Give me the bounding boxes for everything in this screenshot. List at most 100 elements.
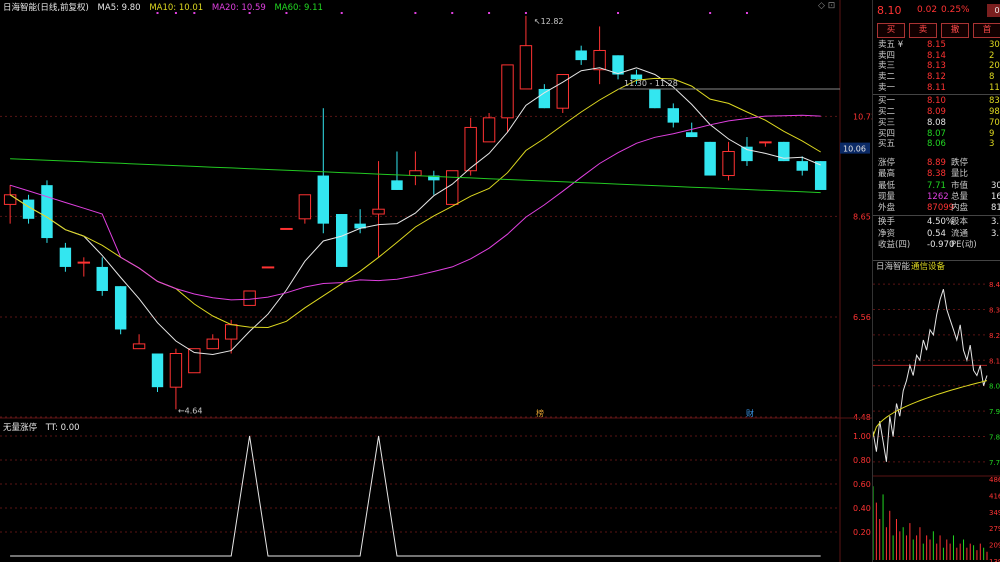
buy-button[interactable]: 买 (877, 23, 905, 38)
candle-body (446, 170, 459, 205)
candle-body (575, 50, 587, 61)
stat-value: 8.89 (927, 158, 946, 168)
book-price: 8.15 (927, 40, 946, 50)
book-label: 卖五 ¥ (878, 40, 904, 50)
candle-body (538, 88, 551, 109)
stat-value: 0.54 (927, 228, 946, 239)
candle-body (298, 194, 312, 220)
stat-label: 量比 (951, 169, 969, 180)
candlestick-chart[interactable]: 10.738.656.564.4810.06↖12.82←4.6411.30 -… (0, 0, 872, 562)
book-label: 买四 (878, 128, 896, 139)
quote-stats: 涨停 8.89 跌停最高 8.38 量比最低 7.71 市值 30 现量 1262总量 168 外盘 8… (873, 158, 1000, 251)
candle-body (41, 185, 53, 239)
candle-body (169, 353, 183, 388)
order-book-row[interactable]: 买三 8.08 70 (873, 118, 1000, 129)
stat-value: 81 (991, 203, 1000, 214)
candle-body (593, 49, 606, 71)
book-price: 8.06 (927, 139, 946, 150)
order-book-row[interactable]: 买二 8.09 98 (873, 107, 1000, 118)
stat-value: 8.38 (927, 169, 946, 180)
order-book-row[interactable]: 卖二 8.12 8 (873, 72, 1000, 83)
order-book-row[interactable]: 卖三 8.13 20 (873, 61, 1000, 72)
order-book-row[interactable]: 卖四 8.14 2 (873, 51, 1000, 62)
candle-body (391, 180, 403, 190)
volume-axis-label: 209 (989, 542, 1000, 550)
order-book-row[interactable]: 卖五 ¥ 8.15 30 (873, 40, 1000, 51)
stat-value: 168 (991, 191, 1000, 202)
sell-button[interactable]: 卖 (909, 23, 937, 38)
book-price: 8.13 (927, 61, 946, 72)
stat-label: 股本 (951, 217, 969, 228)
indicator-axis-label: 0.20 (853, 528, 871, 537)
book-price: 8.08 (927, 117, 946, 128)
stat-value: 3.7 (991, 228, 1000, 239)
candle-body (206, 338, 219, 350)
chart-title: 日海智能(日线,前复权) (3, 3, 89, 13)
indicator-axis-label: 0.60 (853, 480, 871, 489)
book-volume: 2 (989, 50, 995, 61)
stat-row: 收益(四) -0.970 PE(动) (873, 240, 1000, 251)
candle-body (501, 64, 514, 119)
stat-label: 最低 (878, 180, 896, 191)
indicator-axis-label: 0.40 (853, 504, 871, 513)
quote-badge[interactable]: 0 (987, 4, 1000, 17)
quote-panel: 8.10 0.02 0.25% 0 买 卖 撤 首 卖五 ¥8.15 30 卖四 8.… (872, 0, 1000, 562)
ma5-label: MA5: 9.80 (97, 3, 141, 13)
candle-body (704, 141, 716, 176)
chart-tools[interactable]: ◇ ⊡ (818, 1, 835, 11)
indicator-name: 无量涨停 (3, 423, 38, 433)
volume-axis-label: 486 (989, 476, 1000, 484)
indicator-line (10, 435, 821, 557)
signal-dot (488, 12, 491, 14)
diamond-icon[interactable]: ◇ (818, 1, 825, 11)
stat-label: 外盘 (878, 203, 896, 214)
candle-body (814, 161, 827, 190)
candle-body (280, 227, 293, 230)
price-axis-label: 8.65 (853, 212, 871, 221)
signal-dot (414, 12, 417, 14)
candle-body (482, 117, 496, 143)
ma10-label: MA10: 10.01 (149, 3, 204, 13)
ma20-line (9, 114, 821, 301)
stat-value: 87099 (927, 203, 955, 214)
candle-body (114, 286, 127, 330)
stat-label: 市值 (951, 180, 969, 191)
intraday-axis-label: 8.0 (989, 383, 1000, 391)
candle-body (649, 88, 661, 109)
book-volume: 11 (989, 82, 1000, 93)
candle-body (132, 343, 146, 350)
book-price: 8.12 (927, 72, 946, 83)
stat-row: 涨停 8.89 跌停 (873, 158, 1000, 169)
low-annotation: ←4.64 (178, 406, 203, 415)
expand-icon[interactable]: ⊡ (828, 1, 836, 11)
intraday-axis-label: 8.1 (989, 357, 1000, 365)
indicator-value: TT: 0.00 (45, 423, 80, 433)
order-book-row[interactable]: 买四 8.07 9 (873, 129, 1000, 140)
stat-row: 换手 4.50%股本 3.7 (873, 217, 1000, 228)
high-annotation: ↖12.82 (534, 17, 564, 26)
divider (873, 94, 1000, 96)
order-book-row[interactable]: 卖一 8.11 11 (873, 83, 1000, 94)
volume-axis-label: 279 (989, 525, 1000, 533)
indicator-axis-label: 1.00 (853, 432, 871, 441)
last-price: 8.10 (877, 4, 902, 17)
order-book-row[interactable]: 买一 8.10 83 (873, 96, 1000, 107)
book-price: 8.10 (927, 96, 946, 107)
stat-label: PE(动) (951, 240, 977, 251)
chart-header: 日海智能(日线,前复权) MA5: 9.80 MA10: 10.01 MA20:… (3, 1, 329, 13)
candle-body (686, 132, 698, 138)
signal-dot (340, 12, 343, 14)
book-label: 买二 (878, 107, 896, 118)
cancel-order-button[interactable]: 撤 (941, 23, 969, 38)
candle-body (151, 353, 164, 388)
stat-row: 最高 8.38 量比 (873, 169, 1000, 180)
candle-body (741, 146, 753, 162)
current-price-label: 10.06 (843, 145, 866, 154)
candle-body (96, 266, 108, 291)
intraday-chart[interactable]: 8.4 8.3 8.2 8.1 8.0 7.9 7.8 7.7 486 416 349 279 209 1… (873, 272, 1000, 562)
volume-axis-label: 349 (989, 509, 1000, 517)
price-change: 0.02 (917, 5, 938, 15)
signal-dot (524, 12, 527, 14)
order-book-row[interactable]: 买五 8.06 3 (873, 139, 1000, 150)
first-button[interactable]: 首 (973, 23, 1000, 38)
